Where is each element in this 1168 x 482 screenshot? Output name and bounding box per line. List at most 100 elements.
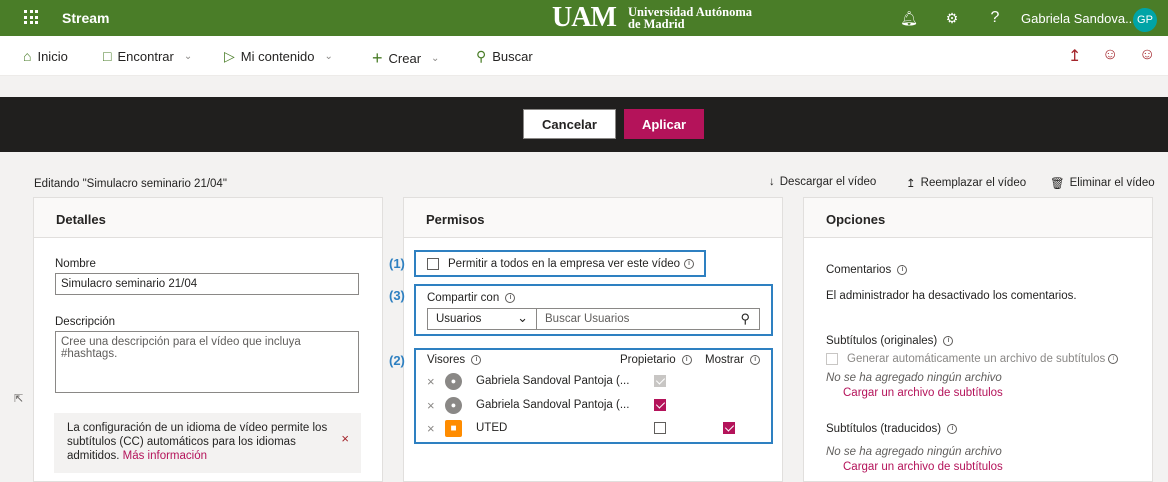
owner-label: Propietario bbox=[620, 354, 676, 366]
home-icon: ⌂ bbox=[23, 48, 32, 64]
show-checkbox[interactable] bbox=[723, 422, 735, 434]
info-icon[interactable]: i bbox=[681, 354, 692, 365]
nav-search-label: Buscar bbox=[492, 49, 533, 64]
viewer-name: Gabriela Sandoval Pantoja (... bbox=[476, 399, 630, 411]
plus-icon: + bbox=[372, 48, 383, 68]
subs-original-text: Subtítulos (originales) bbox=[826, 335, 938, 347]
owner-header: Propietario i bbox=[620, 354, 692, 366]
annotation-marker-3: (3) bbox=[389, 288, 405, 303]
info-icon[interactable]: i bbox=[943, 335, 954, 346]
nav-home[interactable]: ⌂ Inicio bbox=[23, 48, 68, 64]
options-title: Opciones bbox=[804, 198, 1152, 238]
owner-checkbox bbox=[654, 375, 666, 387]
details-panel: Detalles Nombre Simulacro seminario 21/0… bbox=[33, 197, 383, 482]
info-icon[interactable]: i bbox=[505, 292, 516, 303]
list-item: × ● Gabriela Sandoval Pantoja (... bbox=[427, 395, 767, 415]
mouse-cursor-icon: ⇱ bbox=[14, 393, 24, 405]
nav-my-content[interactable]: ▷ Mi contenido ⌄ bbox=[224, 48, 333, 65]
list-item: × ■ UTED bbox=[427, 418, 767, 438]
owner-checkbox[interactable] bbox=[654, 422, 666, 434]
nav-discover[interactable]: □ Encontrar ⌄ bbox=[103, 48, 192, 64]
gear-icon[interactable]: ⚙︎ bbox=[943, 9, 961, 27]
feedback-icon[interactable]: ☺ bbox=[1139, 46, 1155, 64]
no-file-text: No se ha agregado ningún archivo bbox=[826, 372, 1002, 384]
lock-icon: ■ bbox=[445, 419, 462, 437]
show-header: Mostrar i bbox=[705, 354, 761, 366]
chevron-down-icon: ⌄ bbox=[324, 51, 333, 62]
chevron-down-icon: ⌄ bbox=[183, 50, 193, 62]
app-launcher-icon[interactable] bbox=[24, 10, 38, 24]
checkbox[interactable] bbox=[427, 258, 439, 270]
info-icon[interactable]: i bbox=[1108, 354, 1119, 364]
university-name: Universidad Autónoma de Madrid bbox=[628, 6, 752, 31]
download-label: Descargar el vídeo bbox=[779, 176, 877, 188]
search-users-input[interactable]: Buscar Usuarios ⚲ bbox=[537, 308, 760, 330]
video-icon: ▷ bbox=[224, 48, 235, 64]
user-name[interactable]: Gabriela Sandova... bbox=[1021, 11, 1136, 26]
upload-icon[interactable]: ↥ bbox=[1068, 46, 1081, 66]
apply-button[interactable]: Aplicar bbox=[624, 109, 704, 139]
share-type-select[interactable]: Usuarios ⌄ bbox=[427, 308, 537, 330]
cancel-button[interactable]: Cancelar bbox=[523, 109, 616, 139]
info-icon[interactable]: i bbox=[750, 354, 761, 365]
share-with-label: Compartir con i bbox=[427, 292, 516, 304]
nav-bar: ⌂ Inicio □ Encontrar ⌄ ▷ Mi contenido ⌄ … bbox=[0, 36, 1168, 76]
trash-icon: 🗑︎ bbox=[1050, 178, 1065, 190]
upload-icon: ↥ bbox=[906, 178, 916, 190]
person-add-icon[interactable]: ☺ bbox=[1102, 46, 1118, 64]
university-name-line2: de Madrid bbox=[628, 17, 685, 31]
remove-icon[interactable]: × bbox=[427, 374, 445, 389]
action-bar: Cancelar Aplicar bbox=[0, 97, 1168, 152]
remove-icon[interactable]: × bbox=[427, 421, 445, 436]
replace-label: Reemplazar el vídeo bbox=[920, 177, 1027, 189]
app-name[interactable]: Stream bbox=[62, 10, 109, 26]
delete-label: Eliminar el vídeo bbox=[1069, 177, 1155, 189]
info-icon[interactable]: i bbox=[684, 259, 695, 269]
delete-video-link[interactable]: 🗑︎ Eliminar el vídeo bbox=[1050, 176, 1155, 190]
nav-home-label: Inicio bbox=[37, 48, 68, 64]
search-users-placeholder: Buscar Usuarios bbox=[545, 313, 630, 325]
info-icon[interactable]: i bbox=[897, 264, 908, 275]
allow-company-checkbox[interactable]: Permitir a todos en la empresa ver este … bbox=[427, 258, 695, 270]
chevron-down-icon: ⌄ bbox=[431, 53, 440, 64]
download-icon: ↓ bbox=[769, 176, 775, 188]
upload-subtitles-link[interactable]: Cargar un archivo de subtítulos bbox=[843, 387, 1003, 399]
language-info-box: La configuración de un idioma de vídeo p… bbox=[54, 413, 361, 473]
download-video-link[interactable]: ↓ Descargar el vídeo bbox=[769, 176, 876, 188]
person-icon: ● bbox=[445, 396, 462, 414]
options-panel: Opciones Comentarios i El administrador … bbox=[803, 197, 1153, 482]
help-icon[interactable]: ? bbox=[986, 9, 1004, 27]
permissions-title: Permisos bbox=[404, 198, 782, 238]
search-icon[interactable]: ⚲ bbox=[740, 311, 750, 327]
bell-icon[interactable]: 🔔︎ bbox=[900, 9, 918, 27]
annotation-marker-1: (1) bbox=[389, 256, 405, 271]
comments-label: Comentarios i bbox=[826, 264, 908, 276]
viewers-header: Visores i bbox=[427, 354, 482, 366]
name-input[interactable]: Simulacro seminario 21/04 bbox=[55, 273, 359, 295]
description-label: Descripción bbox=[55, 316, 116, 328]
subs-translated-label: Subtítulos (traducidos) i bbox=[826, 423, 958, 435]
owner-checkbox[interactable] bbox=[654, 399, 666, 411]
more-info-link[interactable]: Más información bbox=[123, 450, 207, 462]
page-title: Editando "Simulacro seminario 21/04" bbox=[34, 178, 227, 190]
info-icon[interactable]: i bbox=[471, 354, 482, 365]
annotation-marker-2: (2) bbox=[389, 353, 405, 368]
show-label: Mostrar bbox=[705, 354, 744, 366]
replace-video-link[interactable]: ↥ Reemplazar el vídeo bbox=[906, 176, 1026, 190]
upload-subtitles-link[interactable]: Cargar un archivo de subtítulos bbox=[843, 461, 1003, 473]
auto-generate-checkbox[interactable]: Generar automáticamente un archivo de su… bbox=[826, 353, 1119, 365]
checkbox[interactable] bbox=[826, 353, 838, 365]
nav-create[interactable]: + Crear ⌄ bbox=[372, 48, 439, 69]
no-file-text: No se ha agregado ningún archivo bbox=[826, 446, 1002, 458]
university-logo: UAM bbox=[552, 2, 617, 33]
nav-search[interactable]: ⚲ Buscar bbox=[476, 48, 533, 65]
auto-generate-label: Generar automáticamente un archivo de su… bbox=[847, 353, 1106, 365]
nav-create-label: Crear bbox=[388, 51, 422, 66]
remove-icon[interactable]: × bbox=[427, 398, 445, 413]
viewers-label: Visores bbox=[427, 354, 466, 366]
info-icon[interactable]: i bbox=[947, 423, 958, 434]
description-input[interactable]: Cree una descripción para el vídeo que i… bbox=[55, 331, 359, 393]
list-item: × ● Gabriela Sandoval Pantoja (... bbox=[427, 371, 767, 391]
avatar[interactable]: GP bbox=[1133, 8, 1157, 32]
close-icon[interactable]: × bbox=[341, 432, 349, 446]
